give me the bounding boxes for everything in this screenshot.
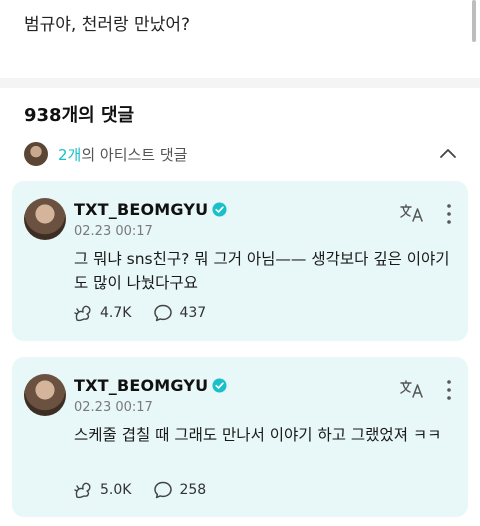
comment-stats: 5.0K 258 xyxy=(74,480,228,500)
artist-comments-label: 2개의 아티스트 댓글 xyxy=(58,144,187,165)
username-text: TXT_BEOMGYU xyxy=(74,200,209,219)
like-button[interactable]: 4.7K xyxy=(74,303,131,323)
like-button[interactable]: 5.0K xyxy=(74,480,131,500)
comment-username[interactable]: TXT_BEOMGYU xyxy=(74,376,227,395)
comment-timestamp: 02.23 00:17 xyxy=(74,400,153,415)
comment-text: 스케줄 겹칠 때 그래도 만나서 이야기 하고 그랬었져 ㅋㅋ xyxy=(74,426,442,444)
artist-comments-toggle[interactable]: 2개의 아티스트 댓글 xyxy=(24,141,462,167)
scrollbar-thumb[interactable] xyxy=(472,0,476,42)
verified-icon xyxy=(212,202,227,217)
reply-button[interactable]: 258 xyxy=(153,480,206,500)
comment-timestamp: 02.23 00:17 xyxy=(74,224,153,239)
section-divider xyxy=(0,78,480,88)
like-count: 4.7K xyxy=(100,305,132,321)
comment-username[interactable]: TXT_BEOMGYU xyxy=(74,200,227,219)
more-vertical-icon[interactable] xyxy=(444,203,454,225)
post-text: 범규야, 천러랑 만났어? xyxy=(24,15,190,35)
comment-card: TXT_BEOMGYU 02.23 00:17 스케줄 겹칠 때 그래도 만나서… xyxy=(12,357,468,517)
like-icon xyxy=(74,305,91,322)
comment-text: 그 뭐냐 sns친구? 뭐 그거 아님—— 생각보다 깊은 이야기도 많이 나눴… xyxy=(74,250,450,292)
translate-icon[interactable] xyxy=(400,203,424,223)
artist-comments-text: 의 아티스트 댓글 xyxy=(81,145,188,164)
username-text: TXT_BEOMGYU xyxy=(74,376,209,395)
reply-icon xyxy=(154,481,173,499)
reply-count: 258 xyxy=(179,482,207,498)
comment-card: TXT_BEOMGYU 02.23 00:17 그 뭐냐 sns친구? 뭐 그거… xyxy=(12,181,468,341)
artist-comments-count: 2개 xyxy=(58,145,82,164)
chevron-up-icon[interactable] xyxy=(438,144,458,164)
reply-icon xyxy=(154,304,173,322)
comments-count-title: 938개의 댓글 xyxy=(24,105,135,126)
reply-button[interactable]: 437 xyxy=(153,303,206,323)
more-vertical-icon[interactable] xyxy=(444,379,454,401)
verified-icon xyxy=(212,378,227,393)
like-icon xyxy=(74,482,91,499)
avatar[interactable] xyxy=(24,198,66,240)
translate-icon[interactable] xyxy=(400,379,424,399)
reply-count: 437 xyxy=(179,305,207,321)
avatar[interactable] xyxy=(24,374,66,416)
comment-stats: 4.7K 437 xyxy=(74,303,228,323)
like-count: 5.0K xyxy=(100,482,132,498)
artist-avatar xyxy=(24,142,48,166)
